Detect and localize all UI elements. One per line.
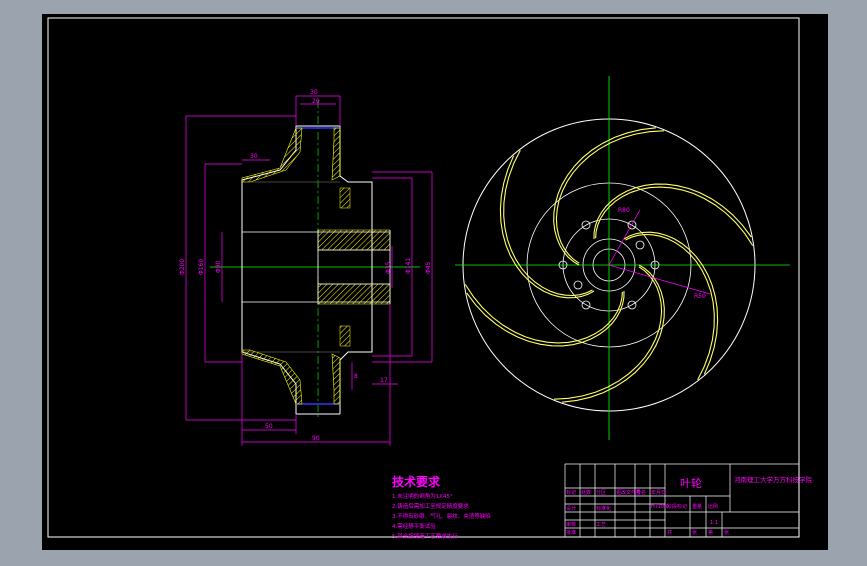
title-block-cell: 处数 <box>581 489 591 496</box>
dim-dia-r1: Φ141 <box>405 258 412 274</box>
dim-radial-2: R80 <box>618 207 630 214</box>
title-block-cell: 张 <box>692 529 697 536</box>
dim-dia-hub: Φ35 <box>385 261 392 274</box>
dim-bottom-90: 90 <box>312 435 320 442</box>
title-part-name: 叶轮 <box>680 476 702 490</box>
dim-dia-inlet: Φ90 <box>215 260 222 273</box>
dim-right-8: 8 <box>354 373 358 380</box>
title-block-cell: 工艺 <box>596 522 606 528</box>
title-block-cell: 年月日 <box>651 489 666 496</box>
title-block-cell: 标记 <box>566 489 576 496</box>
tech-req-item: 2.铸造后需加工至规定精度要求 <box>392 502 469 510</box>
title-block-cell: 标准化 <box>596 505 611 512</box>
title-block-cell: 阶段标记 <box>667 503 687 510</box>
tech-req-item: 1.未注明的倒角为1X45° <box>392 492 453 500</box>
tech-req-item: 3.不得有砂眼、气孔、裂纹、夹渣等缺陷 <box>392 512 491 520</box>
hub-hatch-bottom <box>317 283 391 305</box>
dim-bottom-50: 50 <box>265 423 273 430</box>
dim-radial-1: R50 <box>694 293 706 300</box>
drawing-canvas: 30 20 30 50 90 17 8 Φ200 Φ160 Φ90 Φ35 Φ1… <box>42 14 828 550</box>
title-block-cell: 张 <box>724 529 729 536</box>
dim-dia-shroud: Φ160 <box>198 259 205 275</box>
title-school: 河南理工大学万方科技学院 <box>734 475 813 484</box>
dim-right-17: 17 <box>380 377 388 384</box>
title-block-cell: 设计 <box>566 505 576 512</box>
dim-top-20: 20 <box>312 98 320 105</box>
title-block-cell: 分区 <box>596 489 606 496</box>
hub-hatch-top <box>317 229 391 251</box>
title-block-cell: 比例 <box>708 503 718 510</box>
drawing-sheet <box>42 14 828 550</box>
title-scale: 1:1 <box>710 520 718 526</box>
title-block-cell: 第 <box>708 529 713 536</box>
dim-dia-outer: Φ200 <box>179 259 186 275</box>
cad-viewport: 30 20 30 50 90 17 8 Φ200 Φ160 Φ90 Φ35 Φ1… <box>0 0 867 562</box>
title-block-cell: 批准 <box>566 529 576 536</box>
tech-req-title: 技术要求 <box>392 474 441 489</box>
title-block-cell: 审核 <box>566 521 576 528</box>
title-block-cell: 签名 <box>636 489 646 496</box>
dim-dia-r2: Φ45 <box>425 261 432 274</box>
tech-req-item: 5.其余按铸造工艺要求执行 <box>392 532 458 540</box>
dim-top-30: 30 <box>310 89 318 96</box>
title-block-cell: 重量 <box>692 503 702 510</box>
tech-req-item: 4.需经静平衡试验 <box>392 522 436 530</box>
dim-hub-30: 30 <box>250 153 258 160</box>
title-block-cell: 共 <box>667 529 672 536</box>
